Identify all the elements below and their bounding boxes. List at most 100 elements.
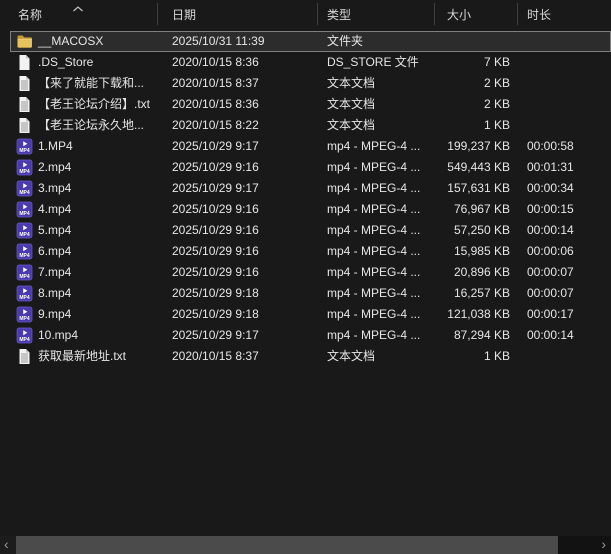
file-size: 57,250 KB [453,223,510,237]
file-duration: 00:00:34 [527,181,574,195]
mp4-icon: MP4 [16,327,33,344]
column-header-duration[interactable]: 时长 [518,0,611,28]
file-name: 【老王论坛永久地... [38,118,145,132]
file-name: 10.mp4 [38,328,79,342]
file-name: __MACOSX [38,34,104,48]
table-row[interactable]: MP4 10.mp4 2025/10/29 9:17 mp4 - MPEG-4 ...… [0,325,611,346]
svg-text:MP4: MP4 [19,274,30,280]
column-divider[interactable] [517,3,518,25]
file-type: 文本文档 [327,118,376,132]
svg-text:MP4: MP4 [19,253,30,259]
file-size: 121,038 KB [447,307,510,321]
mp4-icon: MP4 [16,285,33,302]
file-size: 1 KB [483,349,510,363]
file-size: 549,443 KB [447,160,510,174]
file-type: 文本文档 [327,76,376,90]
table-row[interactable]: MP4 6.mp4 2025/10/29 9:16 mp4 - MPEG-4 ... 1… [0,241,611,262]
table-row[interactable]: MP4 2.mp4 2025/10/29 9:16 mp4 - MPEG-4 ... 5… [0,157,611,178]
file-date: 2025/10/29 9:16 [172,202,259,216]
column-header-date[interactable]: 日期 [158,0,318,28]
column-header-size[interactable]: 大小 [435,0,518,28]
file-duration: 00:00:07 [527,286,574,300]
text-file-icon [16,75,33,92]
file-size: 157,631 KB [447,181,510,195]
table-row[interactable]: .DS_Store 2020/10/15 8:36 DS_STORE 文件 7 KB [0,52,611,73]
file-duration: 00:01:31 [527,160,574,174]
sort-ascending-icon [72,1,84,12]
mp4-icon: MP4 [16,264,33,281]
file-type: mp4 - MPEG-4 ... [327,244,421,258]
file-size: 87,294 KB [453,328,510,342]
file-date: 2025/10/29 9:18 [172,286,259,300]
file-date: 2020/10/15 8:36 [172,55,259,69]
file-name: 8.mp4 [38,286,72,300]
file-duration: 00:00:58 [527,139,574,153]
file-size: 76,967 KB [453,202,510,216]
file-size: 20,896 KB [453,265,510,279]
mp4-icon: MP4 [16,306,33,323]
file-type: mp4 - MPEG-4 ... [327,139,421,153]
mp4-icon: MP4 [16,159,33,176]
file-size: 16,257 KB [453,286,510,300]
table-row[interactable]: MP4 5.mp4 2025/10/29 9:16 mp4 - MPEG-4 ... 5… [0,220,611,241]
svg-text:MP4: MP4 [19,316,30,322]
mp4-icon: MP4 [16,201,33,218]
folder-icon [16,33,33,50]
column-divider[interactable] [157,3,158,25]
column-divider[interactable] [434,3,435,25]
file-duration: 00:00:07 [527,265,574,279]
file-duration: 00:00:14 [527,223,574,237]
scroll-left-arrow-icon[interactable]: ‹ [4,536,9,554]
file-duration: 00:00:17 [527,307,574,321]
table-row[interactable]: MP4 1.MP4 2025/10/29 9:17 mp4 - MPEG-4 ... 1… [0,136,611,157]
file-type: mp4 - MPEG-4 ... [327,328,421,342]
table-row[interactable]: 获取最新地址.txt 2020/10/15 8:37 文本文档 1 KB [0,346,611,367]
file-size [435,31,510,52]
mp4-icon: MP4 [16,243,33,260]
file-name: .DS_Store [38,55,94,69]
file-size: 1 KB [483,118,510,132]
file-date: 2025/10/29 9:17 [172,181,259,195]
text-file-icon [16,117,33,134]
svg-text:MP4: MP4 [19,148,30,154]
table-row[interactable]: MP4 4.mp4 2025/10/29 9:16 mp4 - MPEG-4 ... 7… [0,199,611,220]
file-explorer-window: 名称 日期 类型 大小 时长 __MACOSX 2025/10/31 11:39 文… [0,0,611,554]
table-row[interactable]: MP4 9.mp4 2025/10/29 9:18 mp4 - MPEG-4 ... 1… [0,304,611,325]
file-date: 2025/10/29 9:16 [172,244,259,258]
table-row[interactable]: 【老王论坛永久地... 2020/10/15 8:22 文本文档 1 KB [0,115,611,136]
table-row[interactable]: 【来了就能下载和... 2020/10/15 8:37 文本文档 2 KB [0,73,611,94]
file-name: 1.MP4 [38,139,73,153]
horizontal-scrollbar[interactable]: ‹ › [0,536,611,554]
file-date: 2020/10/15 8:37 [172,76,259,90]
table-row[interactable]: MP4 7.mp4 2025/10/29 9:16 mp4 - MPEG-4 ... 2… [0,262,611,283]
file-date: 2025/10/31 11:39 [172,34,265,48]
file-type: mp4 - MPEG-4 ... [327,181,421,195]
table-row[interactable]: 【老王论坛介绍】.txt 2020/10/15 8:36 文本文档 2 KB [0,94,611,115]
scroll-right-arrow-icon[interactable]: › [601,536,606,554]
file-size: 199,237 KB [447,139,510,153]
table-row[interactable]: MP4 3.mp4 2025/10/29 9:17 mp4 - MPEG-4 ... 1… [0,178,611,199]
svg-text:MP4: MP4 [19,295,30,301]
file-type: 文件夹 [327,34,364,48]
file-name: 获取最新地址.txt [38,349,127,363]
file-name: 7.mp4 [38,265,72,279]
file-date: 2025/10/29 9:16 [172,265,259,279]
file-name: 4.mp4 [38,202,72,216]
svg-text:MP4: MP4 [19,211,30,217]
blank-file-icon [16,54,33,71]
file-duration: 00:00:15 [527,202,574,216]
file-date: 2020/10/15 8:37 [172,349,259,363]
file-date: 2025/10/29 9:16 [172,160,259,174]
column-header-type[interactable]: 类型 [318,0,435,28]
table-row[interactable]: __MACOSX 2025/10/31 11:39 文件夹 [0,31,611,52]
file-type: mp4 - MPEG-4 ... [327,160,421,174]
scrollbar-thumb[interactable] [16,536,558,554]
column-divider[interactable] [317,3,318,25]
file-date: 2025/10/29 9:17 [172,139,259,153]
file-type: mp4 - MPEG-4 ... [327,286,421,300]
file-type: mp4 - MPEG-4 ... [327,307,421,321]
table-row[interactable]: MP4 8.mp4 2025/10/29 9:18 mp4 - MPEG-4 ... 1… [0,283,611,304]
file-type: mp4 - MPEG-4 ... [327,223,421,237]
file-name: 6.mp4 [38,244,72,258]
file-name: 9.mp4 [38,307,72,321]
